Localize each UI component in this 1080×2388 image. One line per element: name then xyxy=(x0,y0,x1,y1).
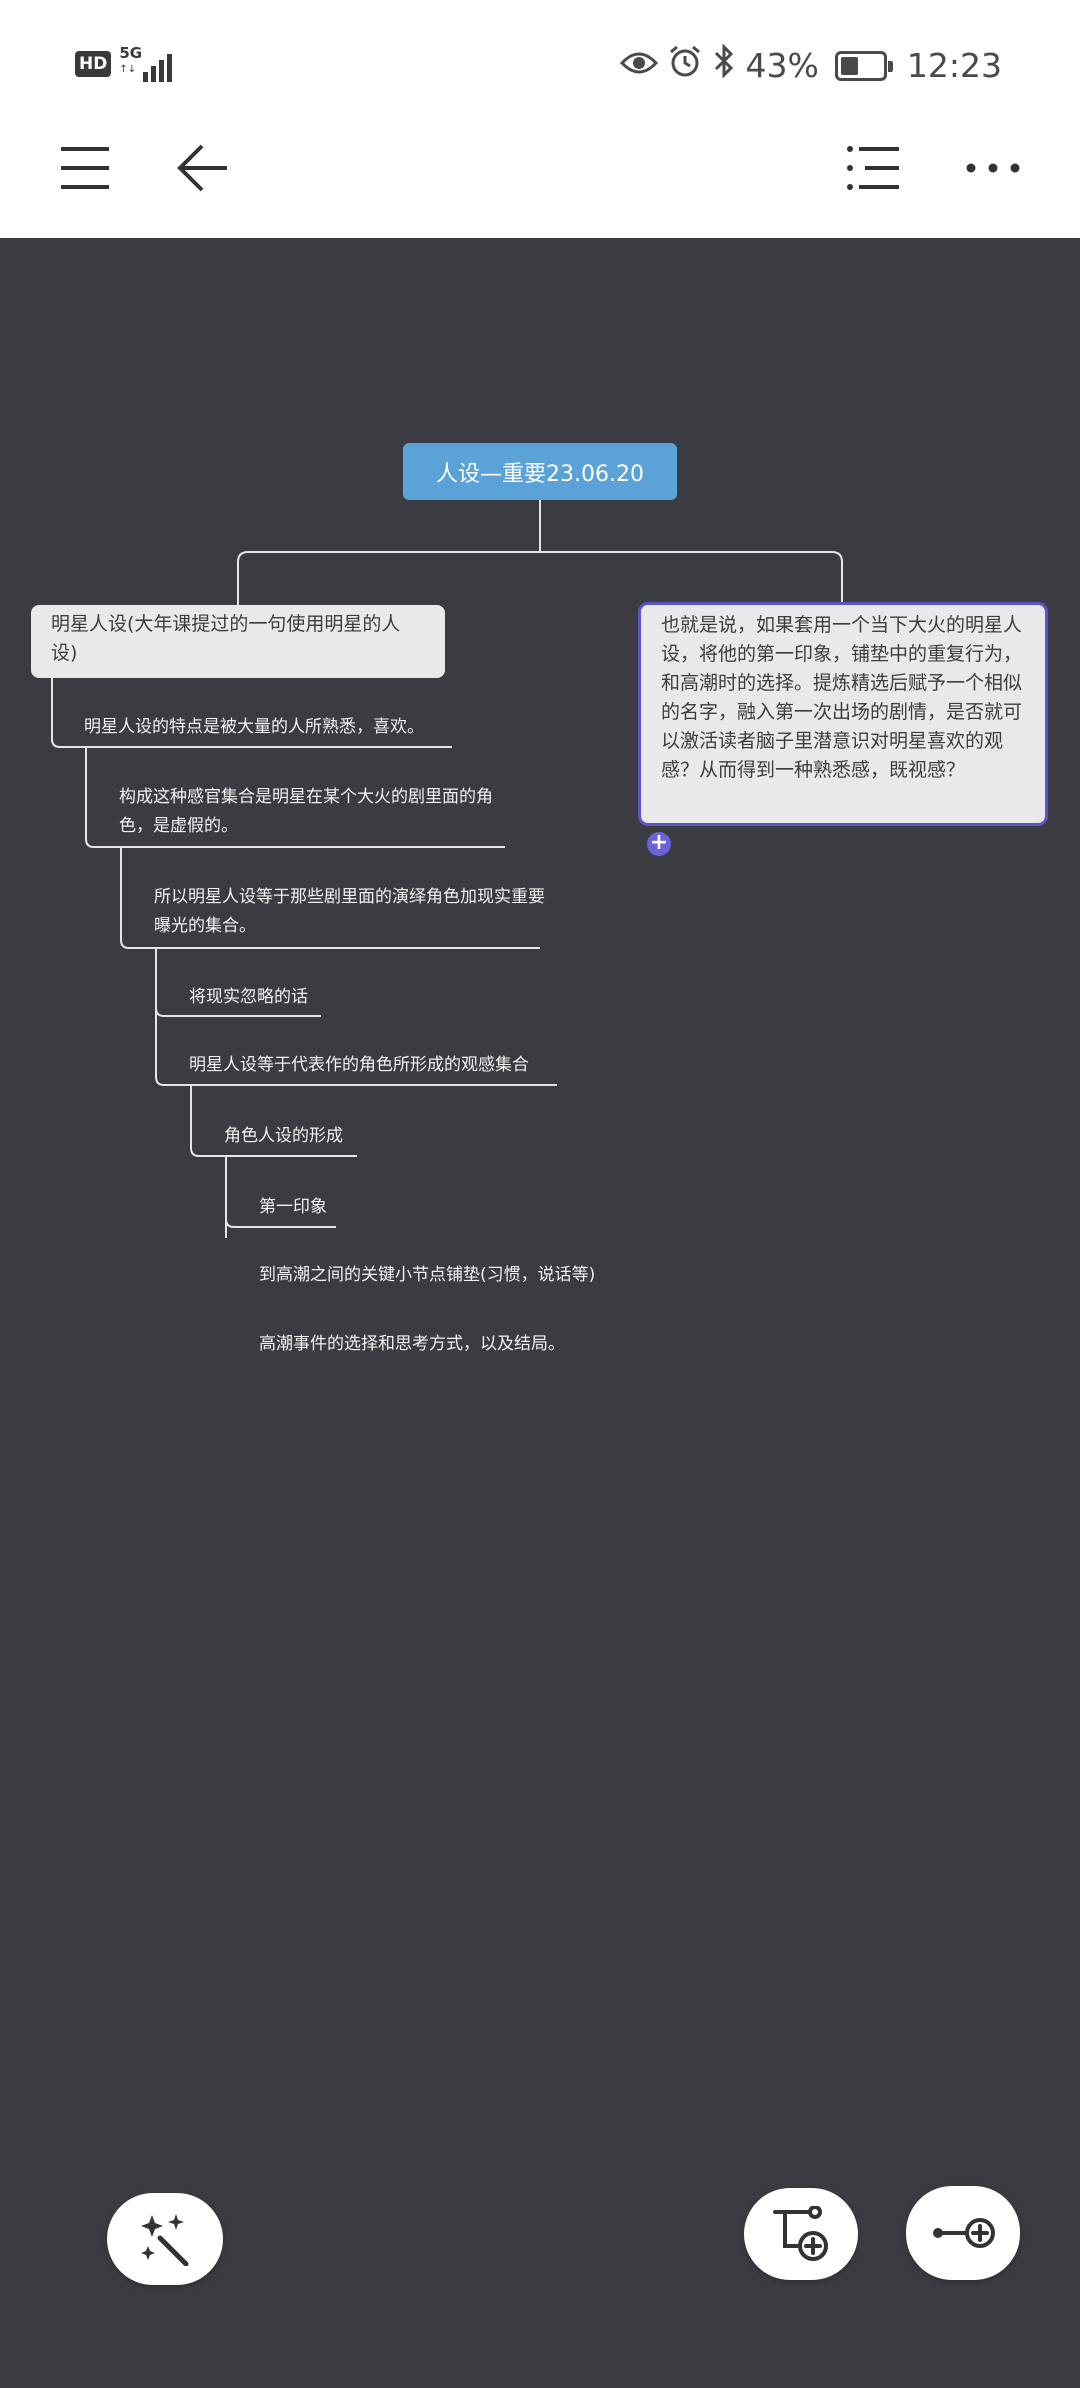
subtopic[interactable]: 将现实忽略的话 xyxy=(189,983,329,1012)
magic-wand-icon xyxy=(141,2214,189,2266)
menu-icon xyxy=(61,147,109,189)
status-bar: HD 5G ↑↓ 43% 12:23 xyxy=(0,0,1080,120)
main-topic-left[interactable]: 明星人设(大年课提过的一句使用明星的人设) xyxy=(31,605,445,678)
top-toolbar xyxy=(0,120,1080,238)
subtopic[interactable]: 构成这种感官集合是明星在某个大火的剧里面的角色，是虚假的。 xyxy=(119,783,519,841)
network-type: 5G xyxy=(119,44,143,62)
subtopic[interactable]: 角色人设的形成 xyxy=(224,1122,364,1151)
menu-button[interactable] xyxy=(45,128,125,208)
outline-button[interactable] xyxy=(833,128,913,208)
more-icon xyxy=(966,163,1020,173)
add-child-button[interactable]: + xyxy=(647,832,671,856)
status-right: 43% 12:23 xyxy=(619,43,1002,87)
network-activity: ↑↓ xyxy=(119,64,137,75)
mindmap-canvas[interactable]: 人设—重要23.06.20 明星人设(大年课提过的一句使用明星的人设) 也就是说… xyxy=(0,238,1080,2388)
subtopic[interactable]: 明星人设等于代表作的角色所形成的观感集合 xyxy=(189,1051,569,1080)
clock: 12:23 xyxy=(906,45,1002,85)
back-arrow-icon xyxy=(177,144,227,192)
outline-list-icon xyxy=(847,146,899,190)
add-subtopic-button[interactable] xyxy=(744,2188,858,2280)
battery-percent: 43% xyxy=(745,45,819,85)
add-subtopic-icon xyxy=(773,2206,828,2261)
ai-magic-button[interactable] xyxy=(107,2193,223,2285)
add-relation-icon xyxy=(933,2218,995,2248)
signal-icon: 5G ↑↓ xyxy=(119,44,181,82)
eye-icon xyxy=(619,46,658,86)
subtopic[interactable]: 到高潮之间的关键小节点铺垫(习惯，说话等) xyxy=(259,1261,639,1290)
subtopic[interactable]: 所以明星人设等于那些剧里面的演绎角色加现实重要曝光的集合。 xyxy=(154,883,554,941)
back-button[interactable] xyxy=(163,128,243,208)
signal-bars xyxy=(143,54,173,82)
add-relation-button[interactable] xyxy=(906,2186,1020,2280)
main-topic-right-selected[interactable]: 也就是说，如果套用一个当下大火的明星人设，将他的第一印象，铺垫中的重复行为，和高… xyxy=(638,602,1048,826)
subtopic[interactable]: 高潮事件的选择和思考方式，以及结局。 xyxy=(259,1330,599,1359)
alarm-icon xyxy=(668,44,702,87)
more-button[interactable] xyxy=(953,128,1033,208)
subtopic[interactable]: 明星人设的特点是被大量的人所熟悉，喜欢。 xyxy=(84,713,454,742)
battery-icon xyxy=(834,50,893,81)
root-topic[interactable]: 人设—重要23.06.20 xyxy=(403,443,677,500)
hd-badge: HD xyxy=(75,51,112,77)
bluetooth-icon xyxy=(712,43,736,87)
status-left: HD 5G ↑↓ xyxy=(75,44,181,82)
subtopic[interactable]: 第一印象 xyxy=(259,1193,349,1222)
